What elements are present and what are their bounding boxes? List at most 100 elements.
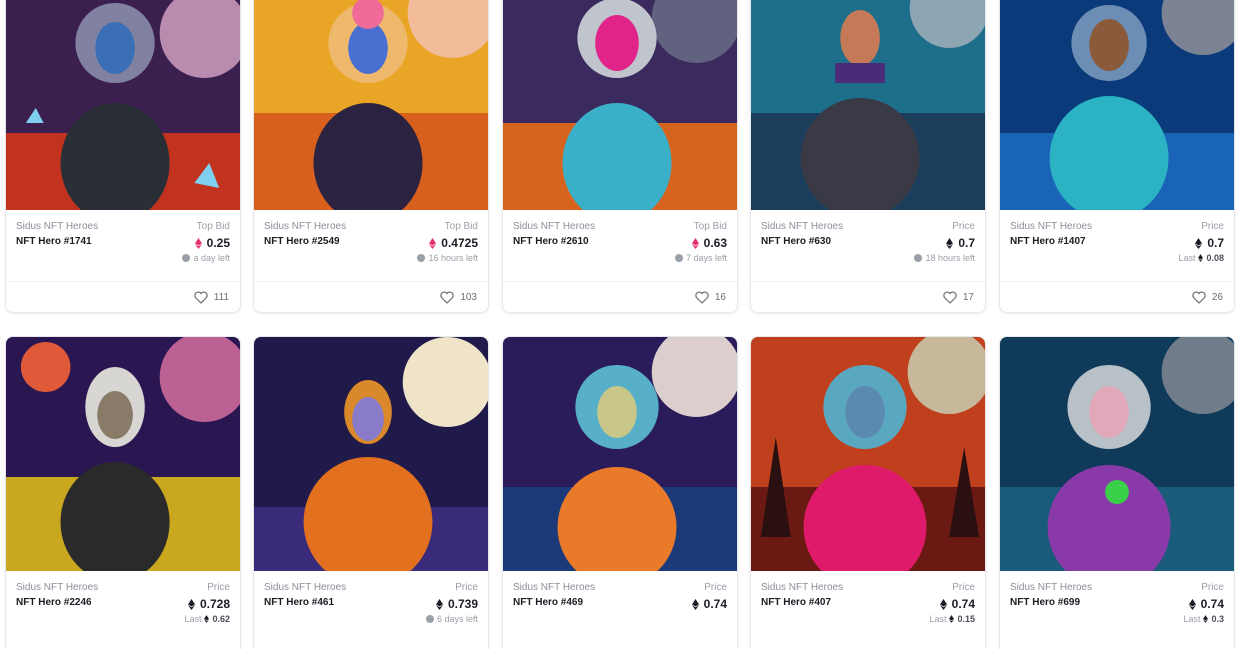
ethereum-icon [204,615,210,623]
collection-name: Sidus NFT Heroes [513,582,596,593]
price-value: 0.25 [194,236,230,250]
collection-name: Sidus NFT Heroes [264,582,347,593]
price-amount: 0.74 [703,597,727,611]
like-count: 111 [213,291,229,303]
time-left-text: a day left [193,253,230,263]
time-left: 18 hours left [914,253,975,263]
collection-name: Sidus NFT Heroes [761,221,844,232]
price-label: Price [952,582,975,593]
ethereum-icon [429,237,437,249]
price-label: Price [1201,582,1224,593]
last-sale: Last 0.3 [1183,614,1224,624]
nft-name[interactable]: NFT Hero #469 [513,597,583,608]
collection-name: Sidus NFT Heroes [264,221,347,232]
price-amount: 0.63 [703,236,727,250]
like-count: 26 [1211,291,1223,303]
price-value: 0.74 [939,597,975,611]
price-value: 0.74 [691,597,727,611]
nft-name[interactable]: NFT Hero #1407 [1010,236,1086,247]
nft-card[interactable]: Sidus NFT Heroes NFT Hero #1407 Price 0.… [999,0,1235,313]
ethereum-icon [1203,615,1209,623]
price-label: Price [952,221,975,232]
nft-card[interactable]: Sidus NFT Heroes NFT Hero #469 Price 0.7… [502,336,738,649]
last-sale-label: Last [929,614,947,624]
nft-card[interactable]: Sidus NFT Heroes NFT Hero #699 Price 0.7… [999,336,1235,649]
collection-name: Sidus NFT Heroes [1010,221,1093,232]
nft-name[interactable]: NFT Hero #2610 [513,236,589,247]
last-sale-amount: 0.15 [957,614,975,624]
nft-name[interactable]: NFT Hero #2549 [264,236,340,247]
price-amount: 0.739 [447,597,478,611]
clock-icon [425,615,434,623]
last-sale: Last 0.62 [184,614,230,624]
last-sale-amount: 0.62 [212,614,230,624]
price-label: Price [455,582,478,593]
like-count: 16 [714,291,726,303]
last-sale-label: Last [184,614,202,624]
ethereum-icon [1188,598,1196,610]
price-label: Price [207,582,230,593]
price-value: 0.7 [946,236,975,250]
ethereum-icon [194,237,202,249]
collection-name: Sidus NFT Heroes [16,221,99,232]
nft-card[interactable]: Sidus NFT Heroes NFT Hero #630 Price 0.7… [750,0,986,313]
price-label: Price [1201,221,1224,232]
price-label: Top Bid [693,221,727,232]
time-left-text: 18 hours left [925,253,975,263]
price-amount: 0.4725 [441,236,478,250]
price-amount: 0.25 [206,236,230,250]
nft-name[interactable]: NFT Hero #407 [761,597,831,608]
card-footer: 17 [751,281,985,312]
nft-card[interactable]: Sidus NFT Heroes NFT Hero #407 Price 0.7… [750,336,986,649]
time-left-text: 7 days left [685,253,727,263]
price-value: 0.4725 [429,236,478,250]
price-amount: 0.74 [951,597,975,611]
price-value: 0.7 [1195,236,1224,250]
heart-icon[interactable] [194,291,208,304]
nft-card[interactable]: Sidus NFT Heroes NFT Hero #461 Price 0.7… [253,336,489,649]
nft-card[interactable]: Sidus NFT Heroes NFT Hero #2610 Top Bid … [502,0,738,313]
ethereum-icon [691,598,699,610]
nft-artwork [254,0,488,210]
price-label: Top Bid [196,221,230,232]
price-amount: 0.728 [199,597,230,611]
last-sale: Last 0.15 [929,614,975,624]
nft-card[interactable]: Sidus NFT Heroes NFT Hero #2246 Price 0.… [5,336,241,649]
ethereum-icon [946,237,954,249]
nft-artwork [751,0,985,210]
heart-icon[interactable] [943,291,957,304]
card-footer: 16 [503,281,737,312]
clock-icon [674,254,683,262]
nft-artwork [503,0,737,210]
nft-name[interactable]: NFT Hero #630 [761,236,831,247]
time-left-text: 16 hours left [428,253,478,263]
heart-icon[interactable] [695,291,709,304]
like-count: 17 [962,291,974,303]
heart-icon[interactable] [440,291,455,304]
card-footer: 103 [254,281,488,312]
time-left: 16 hours left [417,253,478,263]
card-footer: 111 [6,281,240,312]
ethereum-icon [435,598,443,610]
ethereum-icon [939,598,947,610]
clock-icon [182,254,191,262]
nft-grid: Sidus NFT Heroes NFT Hero #1741 Top Bid … [0,0,1239,649]
nft-card[interactable]: Sidus NFT Heroes NFT Hero #2549 Top Bid … [253,0,489,313]
nft-artwork [751,337,985,571]
time-left: 6 days left [425,614,478,624]
last-sale: Last 0.08 [1178,253,1224,263]
time-left: a day left [182,253,230,263]
nft-name[interactable]: NFT Hero #699 [1010,597,1080,608]
price-label: Top Bid [444,221,478,232]
nft-name[interactable]: NFT Hero #461 [264,597,334,608]
nft-card[interactable]: Sidus NFT Heroes NFT Hero #1741 Top Bid … [5,0,241,313]
nft-artwork [1000,0,1234,210]
price-amount: 0.7 [1207,236,1224,250]
nft-artwork [6,0,240,210]
nft-name[interactable]: NFT Hero #2246 [16,597,92,608]
ethereum-icon [949,615,955,623]
last-sale-amount: 0.3 [1211,614,1224,624]
nft-name[interactable]: NFT Hero #1741 [16,236,92,247]
time-left-text: 6 days left [436,614,478,624]
heart-icon[interactable] [1192,291,1206,304]
